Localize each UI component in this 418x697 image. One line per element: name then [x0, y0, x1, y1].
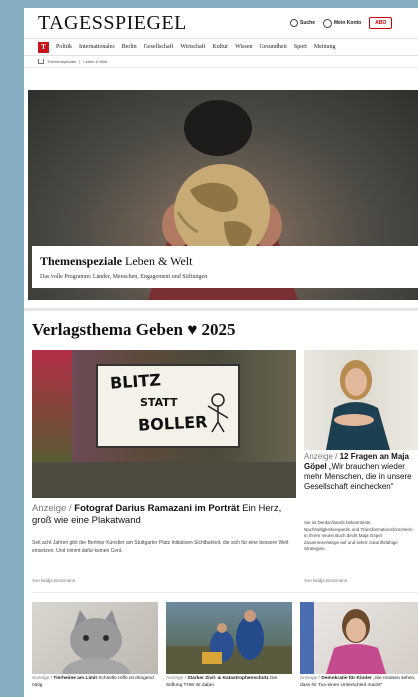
hero-caption-card: Themenspeziale Leben & Welt Das volle Pr… — [32, 246, 418, 288]
lead-article-headline[interactable]: Anzeige / Fotograf Darius Ramazani im Po… — [32, 503, 298, 527]
lead-article-teaser: Seit acht Jahren gibt der Berliner Künst… — [32, 540, 289, 554]
hero-title[interactable]: Themenspeziale Leben & Welt — [40, 254, 192, 269]
kitten-illustration — [62, 610, 130, 674]
rescue-workers-illustration — [166, 610, 292, 674]
nav-item-internationales[interactable]: Internationales — [79, 44, 115, 50]
user-icon — [323, 18, 333, 28]
home-icon[interactable] — [38, 59, 44, 64]
account-button[interactable]: Mein Konto — [323, 18, 362, 28]
main-nav: T Politik Internationales Berlin Gesells… — [24, 38, 418, 56]
card-title: Tierheime am Limit — [53, 676, 97, 681]
poster-text-blitz: BLITZ — [109, 370, 162, 393]
nav-item-berlin[interactable]: Berlin — [122, 44, 137, 50]
ad-label: Anzeige / — [166, 676, 187, 681]
nav-item-meinung[interactable]: Meinung — [314, 44, 336, 50]
account-label: Mein Konto — [334, 20, 362, 26]
abo-button[interactable]: ABO — [369, 17, 393, 29]
card-caption-tierheime[interactable]: Anzeige / Tierheime am Limit Schnelle Hi… — [32, 676, 158, 689]
page: TAGESSPIEGEL Suche Mein Konto ABO T Poli… — [24, 8, 418, 697]
hero-subtitle: Das volle Programm: Länder, Menschen, En… — [40, 274, 208, 280]
card-image-thw[interactable] — [166, 602, 292, 674]
nav-item-politik[interactable]: Politik — [56, 44, 72, 50]
nav-item-wissen[interactable]: Wissen — [235, 44, 252, 50]
card-title: Starker Zivil- & Katastrophenschutz — [187, 676, 269, 681]
search-icon — [290, 19, 298, 27]
stick-figure-drawing — [207, 393, 229, 433]
nav-item-kultur[interactable]: Kultur — [212, 44, 228, 50]
site-logo[interactable]: TAGESSPIEGEL — [38, 12, 187, 35]
side-article-teaser: Sie ist Deutschlands bekannteste Nachhal… — [304, 520, 414, 551]
card-image-democracy[interactable] — [300, 602, 418, 674]
header-tools: Suche Mein Konto ABO — [290, 17, 393, 29]
ad-label: Anzeige / — [304, 452, 338, 461]
lead-article-image[interactable]: BLITZ STATT BOLLER — [32, 350, 296, 498]
masthead: TAGESSPIEGEL Suche Mein Konto ABO — [24, 8, 418, 38]
nav-item-wirtschaft[interactable]: Wirtschaft — [180, 44, 205, 50]
nav-item-gesellschaft[interactable]: Gesellschaft — [144, 44, 174, 50]
ad-label: Anzeige / — [300, 676, 321, 681]
billboard-poster: BLITZ STATT BOLLER — [96, 364, 240, 448]
smiling-woman-illustration — [300, 602, 386, 674]
hero-teaser[interactable]: Themenspeziale Leben & Welt Das volle Pr… — [28, 90, 418, 300]
breadcrumb: Themenspeziale | Leben & Welt — [24, 56, 418, 68]
breadcrumb-separator: | — [79, 59, 81, 64]
lead-article-byline: Von Nadja Bossmann — [32, 578, 76, 583]
poster-text-statt: STATT — [140, 396, 178, 409]
tagesspiegel-badge-icon[interactable]: T — [38, 41, 49, 53]
card-image-kitten[interactable] — [32, 602, 158, 674]
section-title: Verlagsthema Geben ♥ 2025 — [32, 320, 236, 339]
nav-item-sport[interactable]: Sport — [294, 44, 307, 50]
row-separator — [32, 592, 418, 593]
side-article-headline[interactable]: Anzeige / 12 Fragen an Maja Göpel „Wir b… — [304, 452, 418, 492]
ad-label: Anzeige / — [32, 676, 53, 681]
breadcrumb-item-current: Leben & Welt — [83, 59, 108, 64]
street-ground — [32, 462, 296, 498]
card-title: Demokratie für Kinder — [321, 676, 372, 681]
card-caption-katastrophenschutz[interactable]: Anzeige / Starker Zivil- & Katastrophens… — [166, 676, 292, 689]
search-label: Suche — [300, 20, 316, 26]
hero-title-bold: Themenspeziale — [40, 254, 122, 268]
card-caption-demokratie[interactable]: Anzeige / Demokratie für Kinder „Sie müs… — [300, 676, 418, 689]
side-article-byline: Von Nadja Bossmann — [304, 578, 348, 583]
section-divider — [24, 308, 418, 311]
portrait-woman-illustration — [326, 360, 390, 450]
nav-item-gesundheit[interactable]: Gesundheit — [260, 44, 287, 50]
breadcrumb-item-themenspeziale[interactable]: Themenspeziale — [47, 59, 76, 64]
hero-title-rest: Leben & Welt — [125, 254, 193, 268]
lead-article-title: Fotograf Darius Ramazani im Porträt — [74, 503, 240, 514]
ad-label: Anzeige / — [32, 503, 72, 514]
search-button[interactable]: Suche — [290, 19, 315, 27]
side-article-image[interactable] — [304, 350, 418, 450]
